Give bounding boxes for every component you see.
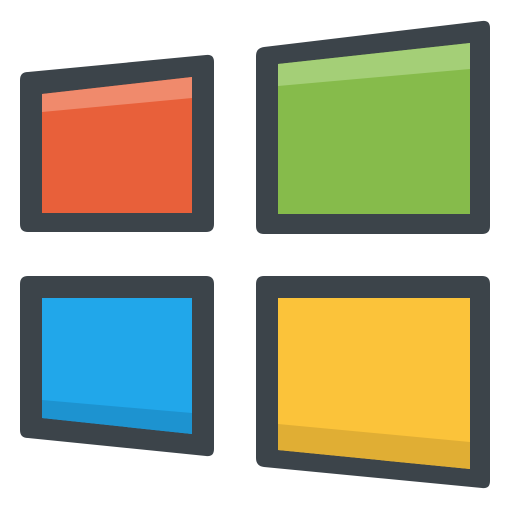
pane-top-left [20,54,214,233]
windows-logo-icon [20,20,490,489]
pane-bottom-right [256,276,490,489]
windows-logo [0,0,512,512]
pane-top-right [256,20,490,235]
pane-bottom-left [20,276,214,457]
